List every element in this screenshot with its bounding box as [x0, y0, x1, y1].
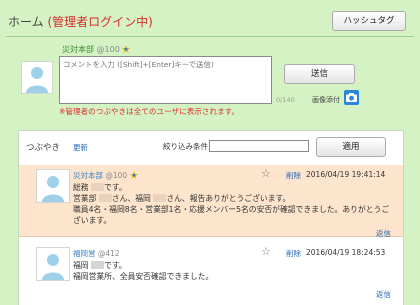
post-text: さん、福岡 [111, 194, 151, 203]
send-button[interactable]: 送信 [284, 64, 355, 84]
post-text: 福岡営業所、全員安否確認できました。 [73, 272, 214, 281]
post-author-points: @100 [105, 171, 128, 180]
admin-notice: ※管理者のつぶやきは全てのユーザに表示されます。 [59, 107, 240, 116]
user-avatar-icon [26, 67, 48, 93]
redaction [98, 194, 112, 202]
user-avatar-icon [42, 176, 64, 202]
user-avatar-icon [42, 254, 64, 280]
post-text: 総務 [73, 183, 89, 192]
home-label: ホーム [8, 15, 44, 29]
redaction [91, 183, 105, 191]
post-avatar [36, 169, 70, 203]
compose-author-name: 災対本部 [62, 45, 94, 54]
comment-input[interactable] [59, 56, 272, 104]
refresh-link[interactable]: 更新 [73, 142, 88, 153]
filter-label: 絞り込み条件: [163, 142, 211, 151]
filter-input[interactable] [209, 140, 309, 152]
post-author-points: @412 [97, 249, 120, 258]
post-timestamp: 2016/04/19 19:41:14 [306, 170, 386, 179]
header-divider [6, 36, 414, 37]
redaction [91, 261, 105, 269]
post-item: 福岡営 @412 ☆ 削除 2016/04/19 18:24:53 福岡 です。… [19, 243, 403, 305]
post-text: さん、報告ありがとうございます。 [166, 194, 291, 203]
post-author: 福岡営 @412 [73, 248, 120, 259]
post-text: です。 [104, 183, 127, 192]
compose-author-points: @100 [96, 45, 120, 54]
post-text: 職員4名・福岡8名・営業部1名・応援メンバー5名の安否が確認できました。ありがと… [73, 205, 390, 225]
redaction [153, 194, 167, 202]
image-attach-label: 画像添付 [312, 96, 340, 104]
post-text: 営業部 [73, 194, 97, 203]
char-counter: 0/140 [276, 96, 295, 104]
apply-button[interactable]: 適用 [316, 137, 386, 157]
post-body: 総務 です。 営業部 さん、福岡 さん、報告ありがとうございます。 職員4名・福… [73, 182, 395, 226]
post-author: 災対本部 @100 [73, 170, 138, 181]
post-author-name[interactable]: 災対本部 [73, 171, 103, 180]
compose-avatar [21, 61, 53, 94]
post-text: 福岡 [73, 261, 89, 270]
badge-icon [122, 45, 131, 53]
post-timestamp: 2016/04/19 18:24:53 [306, 248, 386, 257]
admin-login-label: (管理者ログイン中) [47, 15, 153, 29]
delete-link[interactable]: 削除 [286, 170, 301, 181]
reply-link[interactable]: 返信 [376, 228, 391, 239]
post-item: 災対本部 @100 ☆ 削除 2016/04/19 19:41:14 総務 です… [19, 165, 403, 239]
star-icon[interactable]: ☆ [261, 168, 271, 179]
timeline-title: つぶやき [26, 143, 61, 153]
post-body: 福岡 です。 福岡営業所、全員安否確認できました。 [73, 260, 395, 282]
compose-author: 災対本部 @100 [62, 44, 131, 55]
page-title: ホーム (管理者ログイン中) [8, 13, 153, 30]
camera-icon[interactable] [344, 90, 359, 105]
delete-link[interactable]: 削除 [286, 248, 301, 259]
badge-icon [129, 171, 138, 179]
hashtag-button[interactable]: ハッシュタグ [332, 11, 406, 31]
reply-link[interactable]: 返信 [376, 289, 391, 300]
post-avatar [36, 247, 70, 281]
post-author-name[interactable]: 福岡営 [73, 249, 96, 258]
post-text: です。 [104, 261, 127, 270]
star-icon[interactable]: ☆ [261, 246, 271, 257]
